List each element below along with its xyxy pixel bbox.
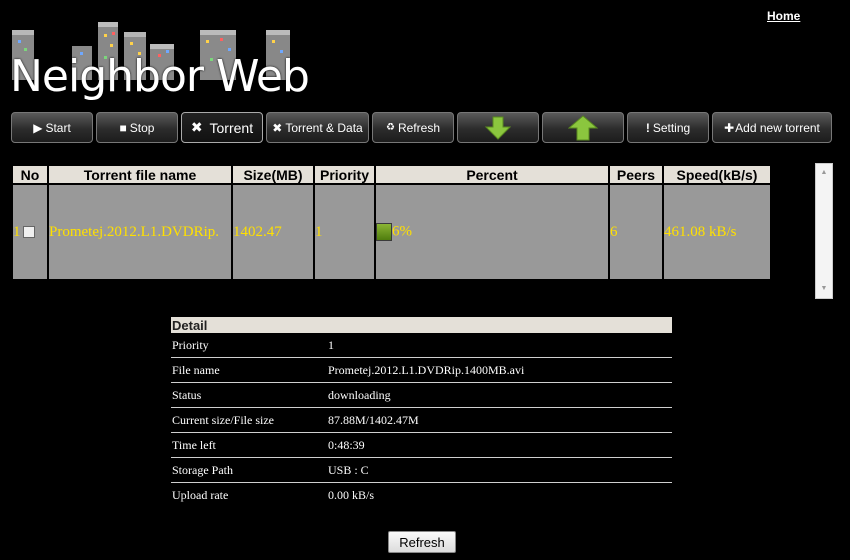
column-header-priority: Priority xyxy=(315,166,374,183)
column-header-no: No xyxy=(13,166,47,183)
row-percent-cell: 6% xyxy=(376,185,608,279)
torrent-table: No Torrent file name Size(MB) Priority P… xyxy=(11,164,772,281)
arrow-down-icon xyxy=(485,116,511,140)
scroll-up-arrow-icon[interactable]: ▲ xyxy=(816,166,832,180)
exclamation-icon: ! xyxy=(645,120,650,135)
row-no: 1 xyxy=(13,223,21,240)
detail-value: 0:48:39 xyxy=(328,438,365,452)
detail-label: Current size/File size xyxy=(172,413,274,427)
row-select-checkbox[interactable] xyxy=(22,226,35,239)
detail-title: Detail xyxy=(171,317,672,333)
detail-panel: Detail Priority 1 File name Prometej.2012.… xyxy=(171,317,672,507)
stop-button[interactable]: ■ Stop xyxy=(96,112,178,143)
detail-row-upload-rate: Upload rate 0.00 kB/s xyxy=(171,483,672,507)
home-link[interactable]: Home xyxy=(767,9,800,23)
column-header-size: Size(MB) xyxy=(233,166,313,183)
bottom-refresh-button[interactable]: Refresh xyxy=(388,531,456,553)
detail-label: File name xyxy=(172,363,220,377)
table-row[interactable]: 1 Prometej.2012.L1.DVDRip. 1402.47 1 6% … xyxy=(13,185,770,279)
start-label: Start xyxy=(45,120,71,135)
detail-row-time-left: Time left 0:48:39 xyxy=(171,433,672,458)
row-speed: 461.08 kB/s xyxy=(664,185,770,279)
table-header-row: No Torrent file name Size(MB) Priority P… xyxy=(13,166,770,183)
column-header-speed: Speed(kB/s) xyxy=(664,166,770,183)
setting-button[interactable]: ! Setting xyxy=(627,112,709,143)
arrow-up-icon xyxy=(568,114,598,140)
row-size: 1402.47 xyxy=(233,185,313,279)
column-header-percent: Percent xyxy=(376,166,608,183)
column-header-peers: Peers xyxy=(610,166,662,183)
logo: Neighbor Web xyxy=(10,18,310,102)
refresh-label: Refresh xyxy=(397,120,440,135)
refresh-button[interactable]: ♻ Refresh xyxy=(372,112,454,143)
detail-value: 87.88M/1402.47M xyxy=(328,413,419,427)
stop-icon: ■ xyxy=(119,120,127,135)
delete-torrent-data-button[interactable]: ✖ Torrent & Data xyxy=(266,112,369,143)
move-up-button[interactable] xyxy=(542,112,624,143)
torrent-data-label: Torrent & Data xyxy=(285,120,363,135)
torrent-label: Torrent xyxy=(209,119,254,136)
detail-value: USB : C xyxy=(328,463,369,477)
setting-label: Setting xyxy=(652,120,691,135)
detail-value: 0.00 kB/s xyxy=(328,488,375,502)
row-no-cell: 1 xyxy=(13,185,47,279)
detail-label: Status xyxy=(172,388,202,402)
row-percent-text: 6% xyxy=(392,223,412,240)
plus-icon: ✚ xyxy=(724,120,735,135)
detail-row-size: Current size/File size 87.88M/1402.47M xyxy=(171,408,672,433)
row-peers: 6 xyxy=(610,185,662,279)
delete-torrent-button[interactable]: ✖ Torrent xyxy=(181,112,263,143)
table-scrollbar[interactable]: ▲ ▼ xyxy=(815,163,833,299)
detail-value: 1 xyxy=(328,338,334,352)
play-icon: ▶ xyxy=(33,120,43,135)
detail-row-status: Status downloading xyxy=(171,383,672,408)
row-priority: 1 xyxy=(315,185,374,279)
move-down-button[interactable] xyxy=(457,112,539,143)
detail-value: downloading xyxy=(328,388,391,402)
logo-text: Neighbor Web xyxy=(10,51,310,102)
detail-label: Priority xyxy=(172,338,209,352)
detail-label: Upload rate xyxy=(172,488,229,502)
add-new-label: Add new torrent xyxy=(735,120,820,135)
scroll-down-arrow-icon[interactable]: ▼ xyxy=(816,282,832,296)
detail-label: Time left xyxy=(172,438,216,452)
x-icon: ✖ xyxy=(190,119,203,135)
stop-label: Stop xyxy=(129,120,155,135)
add-new-torrent-button[interactable]: ✚ Add new torrent xyxy=(712,112,832,143)
detail-row-file-name: File name Prometej.2012.L1.DVDRip.1400MB.… xyxy=(171,358,672,383)
x-icon: ✖ xyxy=(272,120,283,135)
row-name: Prometej.2012.L1.DVDRip. xyxy=(49,185,231,279)
detail-label: Storage Path xyxy=(172,463,233,477)
detail-value: Prometej.2012.L1.DVDRip.1400MB.avi xyxy=(328,363,525,377)
column-header-name: Torrent file name xyxy=(49,166,231,183)
progress-bar xyxy=(376,223,392,241)
start-button[interactable]: ▶ Start xyxy=(11,112,93,143)
detail-row-storage-path: Storage Path USB : C xyxy=(171,458,672,483)
refresh-icon: ♻ xyxy=(386,122,395,133)
detail-row-priority: Priority 1 xyxy=(171,333,672,358)
